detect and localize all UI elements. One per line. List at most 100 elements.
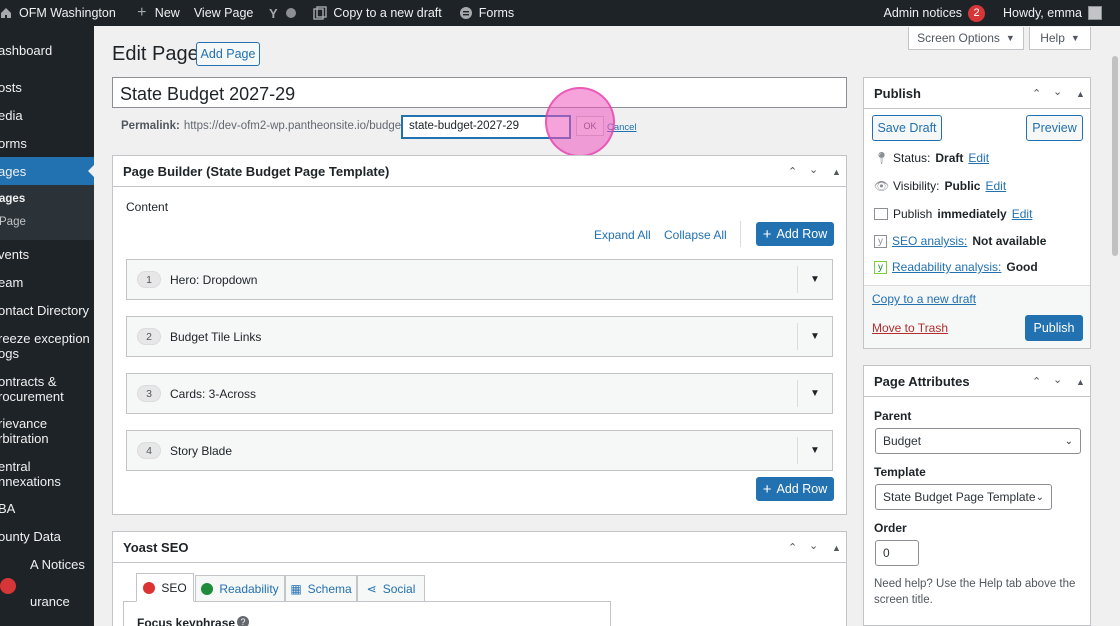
submenu-all-pages[interactable]: ages [0,193,25,205]
page-scrollbar[interactable] [1110,26,1120,626]
copy-draft-label: Copy to a new draft [333,6,442,20]
help-button[interactable]: Help ▼ [1029,27,1091,50]
smile-face-icon [201,582,214,595]
move-up-icon[interactable]: ⌃ [788,165,797,178]
submenu-add-page[interactable]: Page [0,216,26,228]
yoast-good-icon: y [874,260,887,274]
expand-all-link[interactable]: Expand All [594,228,651,242]
edit-visibility-link[interactable]: Edit [985,179,1006,193]
my-account-link[interactable]: Howdy, emma [997,0,1120,26]
parent-select[interactable]: Budget ⌄ [875,428,1081,454]
new-content-link[interactable]: + New [128,0,186,26]
row-toggle-icon[interactable]: ▼ [797,266,832,293]
move-down-icon[interactable]: ⌄ [809,539,818,552]
screen-options-button[interactable]: Screen Options ▼ [908,27,1024,50]
forms-menu[interactable]: Forms [452,0,520,26]
tab-schema[interactable]: ▦ Schema [285,575,357,602]
page-title: Edit Page [112,43,199,65]
yoast-menu[interactable]: Y [259,0,302,26]
move-up-icon[interactable]: ⌃ [1032,375,1041,388]
builder-row[interactable]: 3 Cards: 3-Across ▼ [126,373,833,414]
row-toggle-icon[interactable]: ▼ [797,437,832,464]
yoast-title: Yoast SEO [123,539,189,555]
share-icon: ⋖ [366,581,377,596]
edit-schedule-link[interactable]: Edit [1012,207,1033,221]
status-row: 📍︎ Status: Draft Edit [874,151,989,165]
permalink-row: Permalink: https://dev-ofm2-wp.pantheons… [121,120,408,132]
page-builder-box: Page Builder (State Budget Page Template… [112,155,847,515]
row-number: 3 [137,385,161,402]
tab-social[interactable]: ⋖ Social [357,575,425,602]
builder-row[interactable]: 4 Story Blade ▼ [126,430,833,471]
save-draft-button[interactable]: Save Draft [872,115,942,141]
admin-sidebar: ashboard osts edia orms ages ages Page v… [0,26,94,626]
toggle-panel-icon[interactable]: ▲ [1076,89,1085,99]
row-toggle-icon[interactable]: ▼ [797,380,832,407]
calendar-icon [874,208,888,220]
copy-icon [312,5,328,21]
pin-icon: 📍︎ [874,151,890,165]
tab-seo-label: SEO [161,580,187,595]
menu-freeze-label-2: ogs [0,346,19,361]
tab-readability-label: Readability [219,581,279,596]
move-down-icon[interactable]: ⌄ [809,163,818,176]
readability-analysis-link[interactable]: Readability analysis: [892,260,1001,274]
move-down-icon[interactable]: ⌄ [1053,373,1062,386]
move-down-icon[interactable]: ⌄ [1053,85,1062,98]
toggle-panel-icon[interactable]: ▲ [1076,377,1085,387]
row-label: Cards: 3-Across [170,386,257,401]
move-to-trash-link[interactable]: Move to Trash [872,321,948,335]
menu-media-label: edia [0,108,23,123]
seo-analysis-link[interactable]: SEO analysis: [892,234,967,248]
add-page-button[interactable]: Add Page [196,42,260,66]
readability-analysis-value: Good [1006,260,1038,274]
page-attributes-title: Page Attributes [874,373,970,389]
preview-button[interactable]: Preview [1026,115,1083,141]
yoast-icon: y [874,234,887,248]
menu-central-label-2: nnexations [0,474,61,489]
status-value: Draft [935,151,964,165]
copy-to-draft-link[interactable]: Copy to a new draft [872,292,976,306]
move-up-icon[interactable]: ⌃ [1032,87,1041,100]
publish-actions: Copy to a new draft Move to Trash Publis… [864,285,1090,348]
menu-pages[interactable]: ages [0,157,94,185]
plus-icon: + [762,480,772,498]
caret-down-icon: ▼ [1070,33,1080,43]
toggle-panel-icon[interactable]: ▲ [832,543,841,553]
plus-icon: + [762,225,772,243]
scrollbar-thumb[interactable] [1112,56,1118,256]
row-number: 4 [137,442,161,459]
add-row-button-bottom[interactable]: + Add Row [756,477,834,501]
view-page-link[interactable]: View Page [188,0,260,26]
content-label: Content [126,200,169,214]
template-select[interactable]: State Budget Page Template ⌄ [875,484,1052,510]
move-up-icon[interactable]: ⌃ [788,541,797,554]
toggle-panel-icon[interactable]: ▲ [832,167,841,177]
readability-analysis-row: y Readability analysis: Good [874,260,1038,274]
row-toggle-icon[interactable]: ▼ [797,323,832,350]
collapse-all-link[interactable]: Collapse All [664,228,727,242]
site-name-link[interactable]: OFM Washington [0,0,122,26]
tab-seo[interactable]: SEO [136,573,194,602]
publish-button[interactable]: Publish [1025,315,1083,341]
add-row-button-top[interactable]: + Add Row [756,222,834,246]
help-icon[interactable]: ? [237,616,249,626]
edit-status-link[interactable]: Edit [968,151,989,165]
menu-pages-label: ages [0,164,27,179]
menu-grievance-label-1: rievance [0,416,48,431]
admin-notices-link[interactable]: Admin notices 2 [878,0,992,26]
order-input[interactable]: 0 [875,540,919,566]
visibility-row: 👁︎ Visibility: Public Edit [874,179,1006,193]
parent-label: Parent [874,409,912,423]
view-page-label: View Page [193,6,254,20]
post-title-input[interactable]: State Budget 2027-29 [112,77,847,108]
builder-row[interactable]: 2 Budget Tile Links ▼ [126,316,833,357]
focus-keyphrase-label: Focus keyphrase [137,616,236,626]
menu-posts-label: osts [0,80,22,95]
parent-value: Budget [883,434,922,448]
page-builder-header: Page Builder (State Budget Page Template… [113,156,846,187]
screen-options-label: Screen Options [917,31,1000,45]
tab-readability[interactable]: Readability [195,575,285,602]
builder-row[interactable]: 1 Hero: Dropdown ▼ [126,259,833,300]
copy-draft-link[interactable]: Copy to a new draft [306,0,447,26]
